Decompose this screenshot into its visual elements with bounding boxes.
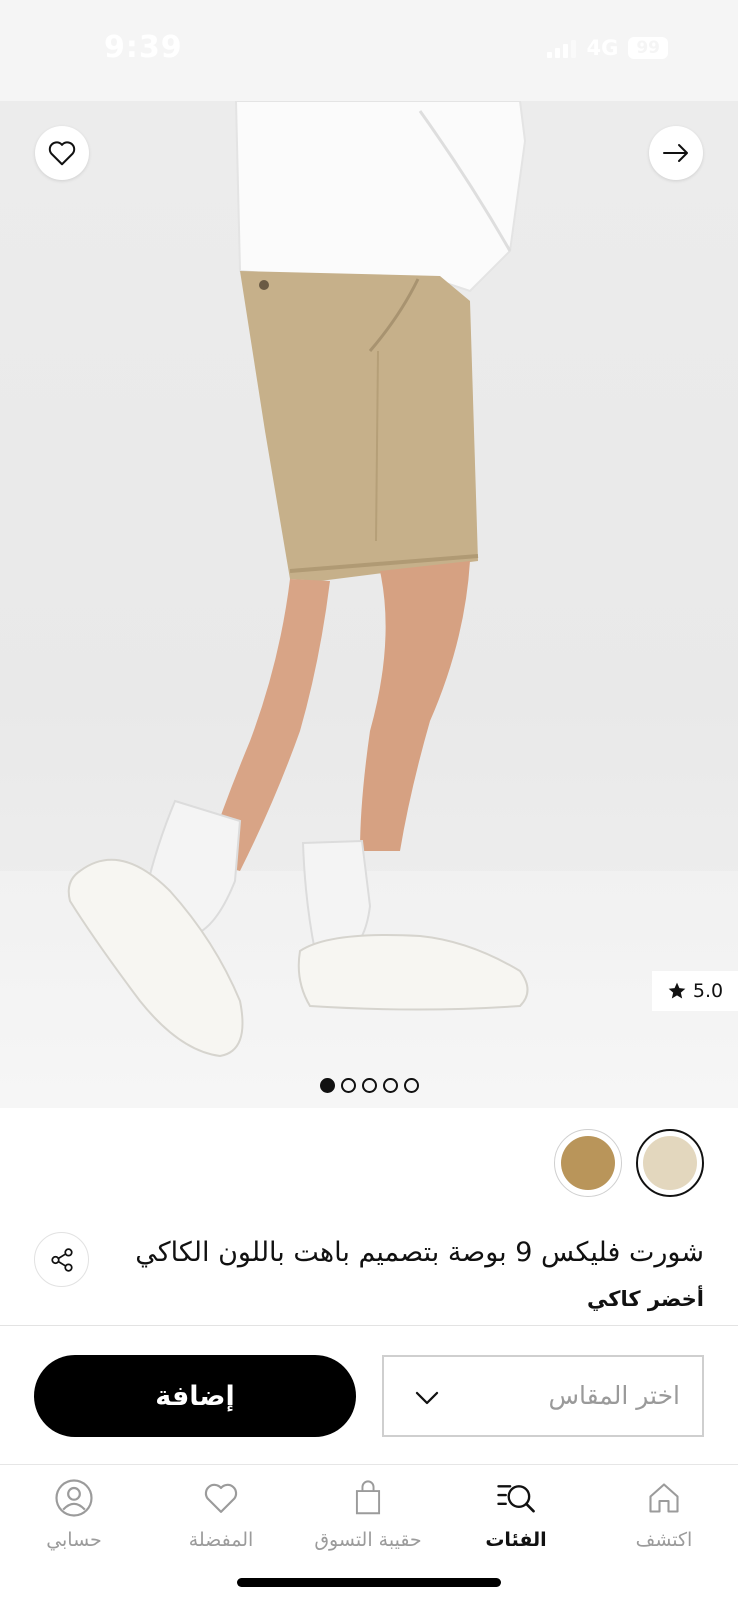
- product-image-carousel[interactable]: 5.0: [0, 101, 738, 1108]
- carousel-dot[interactable]: [383, 1078, 398, 1093]
- shopping-bag-icon: [355, 1480, 381, 1515]
- home-indicator: [237, 1578, 501, 1587]
- swatch-khaki-light[interactable]: [636, 1129, 704, 1197]
- swatch-khaki-tan[interactable]: [554, 1129, 622, 1197]
- product-photo: [67, 101, 529, 1058]
- swatch-color-fill: [643, 1136, 697, 1190]
- status-time: 9:39: [104, 30, 183, 65]
- share-button[interactable]: [34, 1232, 89, 1287]
- carousel-dots[interactable]: [320, 1078, 419, 1093]
- signal-icon: [547, 38, 577, 58]
- tab-label: حسابي: [46, 1529, 102, 1551]
- home-icon: [649, 1483, 679, 1513]
- product-title: شورت فليكس 9 بوصة بتصميم باهت باللون الك…: [135, 1237, 704, 1268]
- categories-search-icon: [497, 1485, 535, 1513]
- carousel-dot[interactable]: [341, 1078, 356, 1093]
- size-select-placeholder: اختر المقاس: [548, 1381, 680, 1410]
- tab-label: اكتشف: [635, 1529, 693, 1551]
- tab-label: حقيبة التسوق: [314, 1529, 422, 1551]
- add-to-bag-button[interactable]: إضافة: [34, 1355, 356, 1437]
- carousel-dot[interactable]: [320, 1078, 335, 1093]
- rating-badge: 5.0: [652, 971, 738, 1011]
- carousel-dot[interactable]: [362, 1078, 377, 1093]
- tab-label: المفضلة: [188, 1529, 254, 1551]
- heart-icon: [204, 1483, 238, 1513]
- tab-shopping-bag[interactable]: حقيبة التسوق: [293, 1475, 443, 1551]
- heart-icon: [48, 141, 76, 166]
- swatch-color-fill: [561, 1136, 615, 1190]
- share-icon: [50, 1247, 73, 1272]
- tab-discover[interactable]: اكتشف: [589, 1475, 738, 1551]
- tab-categories[interactable]: الفئات: [441, 1475, 591, 1551]
- tab-account[interactable]: حسابي: [0, 1475, 149, 1551]
- chevron-down-icon: [415, 1391, 439, 1405]
- size-select[interactable]: اختر المقاس: [382, 1355, 704, 1437]
- tab-favorites[interactable]: المفضلة: [146, 1475, 296, 1551]
- back-button[interactable]: [649, 126, 703, 180]
- star-icon: [668, 982, 686, 999]
- user-icon: [55, 1479, 93, 1517]
- carousel-dot[interactable]: [404, 1078, 419, 1093]
- rating-value: 5.0: [692, 980, 724, 1002]
- color-swatches: [554, 1129, 704, 1197]
- favorite-button[interactable]: [35, 126, 89, 180]
- arrow-right-icon: [663, 144, 688, 162]
- battery-icon: 99: [628, 37, 668, 59]
- status-bar: 9:39 4G 99: [0, 0, 738, 101]
- product-color-name: أخضر كاكي: [587, 1287, 704, 1311]
- network-type: 4G: [586, 36, 619, 60]
- tab-label: الفئات: [485, 1529, 547, 1551]
- status-indicators: 4G 99: [547, 36, 668, 60]
- divider: [0, 1325, 738, 1326]
